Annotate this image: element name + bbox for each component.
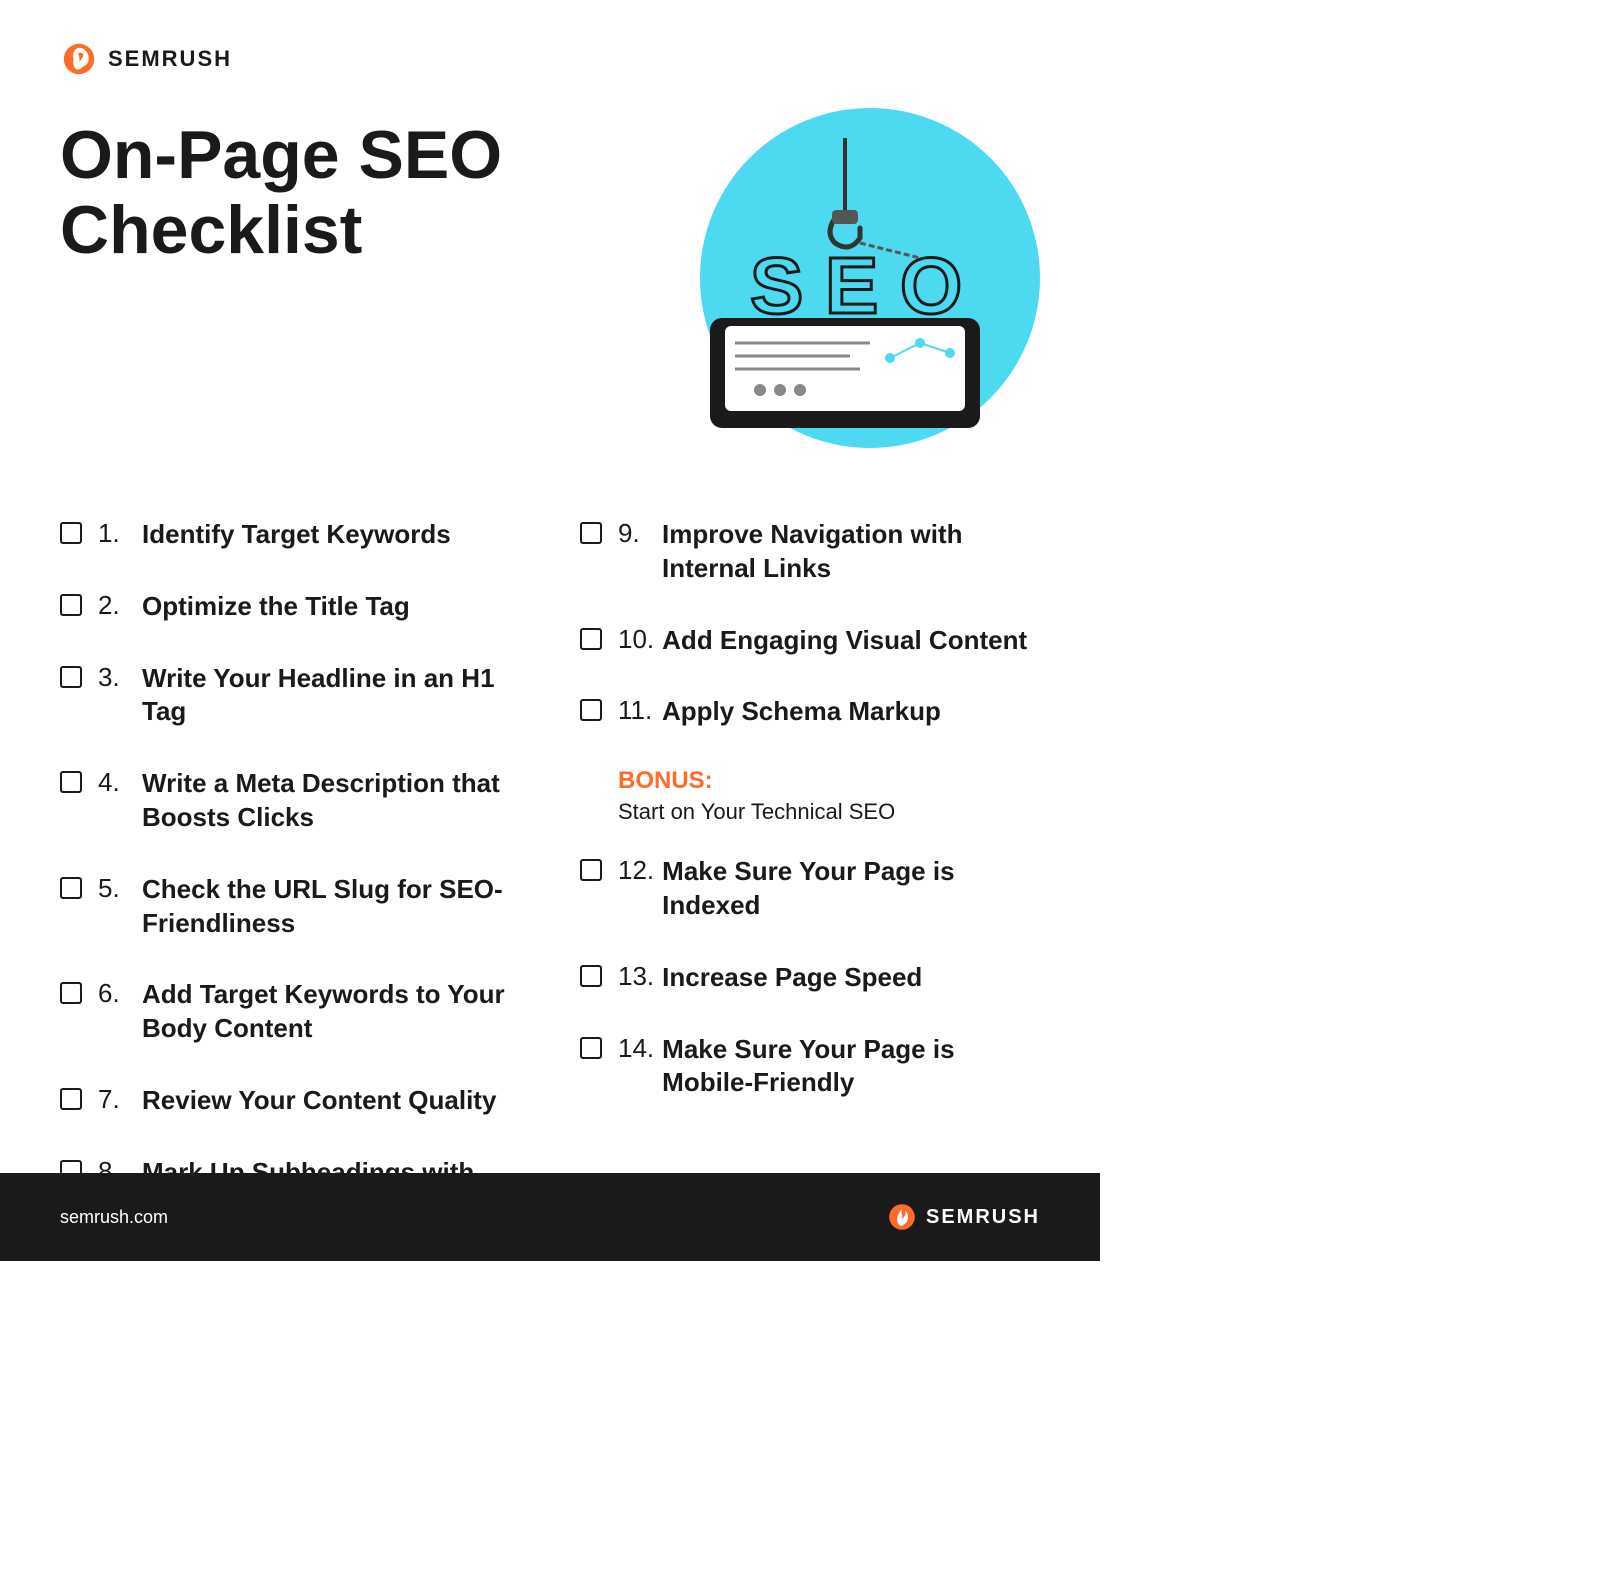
- item-text: Add Engaging Visual Content: [662, 624, 1027, 658]
- item-content: 6. Add Target Keywords to Your Body Cont…: [98, 978, 520, 1046]
- checklist-item[interactable]: 11. Apply Schema Markup: [580, 695, 1040, 729]
- title-area: On-Page SEO Checklist: [60, 98, 620, 268]
- item-text: Make Sure Your Page is Indexed: [662, 855, 1040, 923]
- checklist-item[interactable]: 5. Check the URL Slug for SEO-Friendline…: [60, 873, 520, 941]
- footer-url: semrush.com: [60, 1207, 168, 1228]
- seo-svg: S E O: [650, 138, 1040, 458]
- item-text: Improve Navigation with Internal Links: [662, 518, 1040, 586]
- page-wrapper: SEMRUSH On-Page SEO Checklist: [0, 0, 1100, 1261]
- item-text: Increase Page Speed: [662, 961, 922, 995]
- checklist-item[interactable]: 14. Make Sure Your Page is Mobile-Friend…: [580, 1033, 1040, 1101]
- item-text: Identify Target Keywords: [142, 518, 451, 552]
- checkbox[interactable]: [60, 666, 82, 688]
- item-text: Check the URL Slug for SEO-Friendliness: [142, 873, 520, 941]
- item-content: 2. Optimize the Title Tag: [98, 590, 410, 624]
- bonus-section: BONUS: Start on Your Technical SEO: [580, 767, 1040, 825]
- illustration-area: S E O: [620, 98, 1040, 478]
- item-number: 1.: [98, 518, 134, 549]
- item-content: 13. Increase Page Speed: [618, 961, 922, 995]
- item-content: 10. Add Engaging Visual Content: [618, 624, 1027, 658]
- checkbox[interactable]: [60, 982, 82, 1004]
- item-number: 7.: [98, 1084, 134, 1115]
- item-content: 5. Check the URL Slug for SEO-Friendline…: [98, 873, 520, 941]
- checkbox[interactable]: [60, 877, 82, 899]
- logo-text: SEMRUSH: [108, 46, 232, 72]
- logo-area: SEMRUSH: [60, 40, 232, 78]
- item-text: Optimize the Title Tag: [142, 590, 410, 624]
- item-content: 7. Review Your Content Quality: [98, 1084, 496, 1118]
- page-title: On-Page SEO Checklist: [60, 118, 620, 268]
- checklist-item[interactable]: 7. Review Your Content Quality: [60, 1084, 520, 1118]
- item-content: 12. Make Sure Your Page is Indexed: [618, 855, 1040, 923]
- item-text: Add Target Keywords to Your Body Content: [142, 978, 520, 1046]
- item-text: Write a Meta Description that Boosts Cli…: [142, 767, 520, 835]
- checkbox[interactable]: [60, 594, 82, 616]
- checkbox[interactable]: [580, 522, 602, 544]
- bonus-text: Start on Your Technical SEO: [618, 799, 1040, 825]
- item-content: 9. Improve Navigation with Internal Link…: [618, 518, 1040, 586]
- checkbox[interactable]: [580, 859, 602, 881]
- footer: semrush.com SEMRUSH: [0, 1173, 1100, 1261]
- item-text: Make Sure Your Page is Mobile-Friendly: [662, 1033, 1040, 1101]
- checklist-item[interactable]: 6. Add Target Keywords to Your Body Cont…: [60, 978, 520, 1046]
- bonus-label: BONUS:: [618, 767, 1040, 795]
- checklist-item[interactable]: 12. Make Sure Your Page is Indexed: [580, 855, 1040, 923]
- svg-text:E: E: [825, 241, 878, 330]
- footer-logo-text: SEMRUSH: [926, 1206, 1040, 1229]
- footer-logo: SEMRUSH: [886, 1201, 1040, 1233]
- item-number: 11.: [618, 695, 654, 726]
- item-number: 4.: [98, 767, 134, 798]
- item-content: 14. Make Sure Your Page is Mobile-Friend…: [618, 1033, 1040, 1101]
- checkbox[interactable]: [580, 699, 602, 721]
- item-number: 14.: [618, 1033, 654, 1064]
- item-number: 2.: [98, 590, 134, 621]
- checklist-item[interactable]: 4. Write a Meta Description that Boosts …: [60, 767, 520, 835]
- item-number: 13.: [618, 961, 654, 992]
- checkbox[interactable]: [60, 522, 82, 544]
- checkbox[interactable]: [580, 628, 602, 650]
- checklist-item[interactable]: 1. Identify Target Keywords: [60, 518, 520, 552]
- checklist-item[interactable]: 2. Optimize the Title Tag: [60, 590, 520, 624]
- checkbox[interactable]: [580, 1037, 602, 1059]
- checklist-item[interactable]: 10. Add Engaging Visual Content: [580, 624, 1040, 658]
- item-number: 10.: [618, 624, 654, 655]
- svg-text:S: S: [750, 241, 803, 330]
- checkbox[interactable]: [60, 1088, 82, 1110]
- item-text: Apply Schema Markup: [662, 695, 941, 729]
- header: SEMRUSH: [0, 0, 1100, 98]
- item-content: 11. Apply Schema Markup: [618, 695, 941, 729]
- semrush-logo-icon: [60, 40, 98, 78]
- footer-logo-icon: [886, 1201, 918, 1233]
- left-checklist-col: 1. Identify Target Keywords 2. Optimize …: [60, 518, 520, 1261]
- checkbox[interactable]: [580, 965, 602, 987]
- item-number: 3.: [98, 662, 134, 693]
- item-number: 6.: [98, 978, 134, 1009]
- item-number: 9.: [618, 518, 654, 549]
- item-content: 3. Write Your Headline in an H1 Tag: [98, 662, 520, 730]
- checklist-item[interactable]: 3. Write Your Headline in an H1 Tag: [60, 662, 520, 730]
- checklist-item[interactable]: 9. Improve Navigation with Internal Link…: [580, 518, 1040, 586]
- checkbox[interactable]: [60, 771, 82, 793]
- right-checklist-col: 9. Improve Navigation with Internal Link…: [580, 518, 1040, 1261]
- checklist-container: 1. Identify Target Keywords 2. Optimize …: [0, 518, 1100, 1261]
- item-number: 5.: [98, 873, 134, 904]
- item-content: 1. Identify Target Keywords: [98, 518, 451, 552]
- item-text: Write Your Headline in an H1 Tag: [142, 662, 520, 730]
- item-text: Review Your Content Quality: [142, 1084, 496, 1118]
- item-content: 4. Write a Meta Description that Boosts …: [98, 767, 520, 835]
- item-number: 12.: [618, 855, 654, 886]
- hero-row: On-Page SEO Checklist: [0, 98, 1100, 478]
- checklist-item[interactable]: 13. Increase Page Speed: [580, 961, 1040, 995]
